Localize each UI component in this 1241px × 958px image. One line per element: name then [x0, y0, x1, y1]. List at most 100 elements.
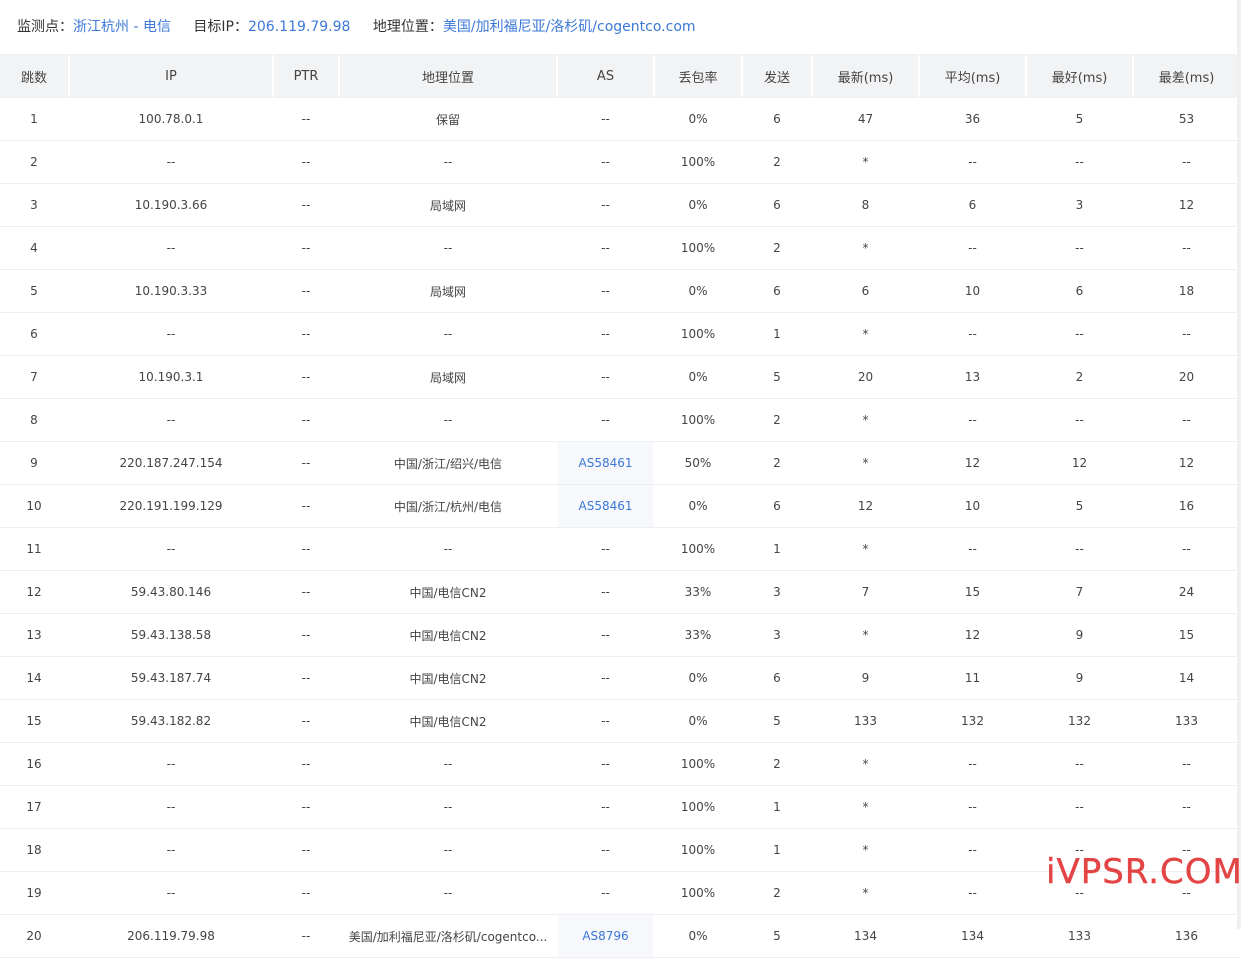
cell-ip: 59.43.138.58: [70, 614, 274, 656]
cell-as: --: [558, 786, 655, 828]
as-link[interactable]: AS8796: [558, 915, 655, 957]
cell-ptr: --: [274, 657, 340, 699]
cell-ptr: --: [274, 786, 340, 828]
as-link[interactable]: AS58461: [558, 485, 655, 527]
cell-best: 9: [1027, 614, 1134, 656]
cell-sent: 5: [743, 356, 813, 398]
cell-sent: 6: [743, 485, 813, 527]
cell-as: --: [558, 872, 655, 914]
geo-location-value[interactable]: 美国/加利福尼亚/洛杉矶/cogentco.com: [443, 19, 696, 35]
cell-hop: 13: [0, 614, 70, 656]
column-header-best: 最好(ms): [1027, 55, 1134, 97]
cell-worst: 18: [1134, 270, 1241, 312]
cell-ptr: --: [274, 313, 340, 355]
cell-ptr: --: [274, 270, 340, 312]
cell-ptr: --: [274, 98, 340, 140]
cell-ptr: --: [274, 141, 340, 183]
cell-ptr: --: [274, 399, 340, 441]
cell-ip: --: [70, 743, 274, 785]
cell-worst: 15: [1134, 614, 1241, 656]
monitor-point-value[interactable]: 浙江杭州 - 电信: [73, 19, 171, 35]
geo-location: 地理位置：美国/加利福尼亚/洛杉矶/cogentco.com: [373, 18, 696, 36]
cell-worst: --: [1134, 313, 1241, 355]
cell-geo: 保留: [340, 98, 558, 140]
cell-worst: --: [1134, 141, 1241, 183]
cell-best: --: [1027, 227, 1134, 269]
cell-as: --: [558, 184, 655, 226]
table-row: 1 100.78.0.1 -- 保留 -- 0% 6 47 36 5 53: [0, 98, 1241, 141]
cell-loss: 100%: [655, 786, 743, 828]
table-row: 7 10.190.3.1 -- 局域网 -- 0% 5 20 13 2 20: [0, 356, 1241, 399]
cell-ip: 10.190.3.1: [70, 356, 274, 398]
table-body: 1 100.78.0.1 -- 保留 -- 0% 6 47 36 5 53 2 -- -- -- -- 100%…: [0, 98, 1241, 958]
cell-as: --: [558, 829, 655, 871]
cell-loss: 33%: [655, 614, 743, 656]
table-row: 8 -- -- -- -- 100% 2 * -- -- --: [0, 399, 1241, 442]
cell-avg: --: [920, 872, 1027, 914]
cell-as: --: [558, 657, 655, 699]
cell-loss: 33%: [655, 571, 743, 613]
cell-ptr: --: [274, 829, 340, 871]
cell-geo: 局域网: [340, 270, 558, 312]
cell-ptr: --: [274, 743, 340, 785]
table-row: 16 -- -- -- -- 100% 2 * -- -- --: [0, 743, 1241, 786]
cell-best: --: [1027, 786, 1134, 828]
cell-best: --: [1027, 743, 1134, 785]
cell-avg: 6: [920, 184, 1027, 226]
table-row: 5 10.190.3.33 -- 局域网 -- 0% 6 6 10 6 18: [0, 270, 1241, 313]
table-row: 11 -- -- -- -- 100% 1 * -- -- --: [0, 528, 1241, 571]
cell-worst: --: [1134, 227, 1241, 269]
monitor-point-label: 监测点：: [17, 19, 73, 35]
as-link[interactable]: AS58461: [558, 442, 655, 484]
cell-geo: 局域网: [340, 356, 558, 398]
cell-loss: 100%: [655, 829, 743, 871]
cell-last: *: [813, 313, 920, 355]
table-row: 17 -- -- -- -- 100% 1 * -- -- --: [0, 786, 1241, 829]
cell-sent: 1: [743, 786, 813, 828]
table-row: 15 59.43.182.82 -- 中国/电信CN2 -- 0% 5 133 132 132 13…: [0, 700, 1241, 743]
cell-best: --: [1027, 528, 1134, 570]
cell-ptr: --: [274, 700, 340, 742]
cell-best: --: [1027, 141, 1134, 183]
cell-geo: 中国/电信CN2: [340, 657, 558, 699]
cell-geo: --: [340, 399, 558, 441]
cell-worst: 12: [1134, 184, 1241, 226]
cell-hop: 4: [0, 227, 70, 269]
cell-ptr: --: [274, 184, 340, 226]
cell-best: 7: [1027, 571, 1134, 613]
table-row: 12 59.43.80.146 -- 中国/电信CN2 -- 33% 3 7 15 7 24: [0, 571, 1241, 614]
page-scrollbar[interactable]: [1237, 0, 1241, 929]
cell-geo: --: [340, 528, 558, 570]
cell-best: 6: [1027, 270, 1134, 312]
cell-ip: --: [70, 227, 274, 269]
cell-worst: --: [1134, 743, 1241, 785]
cell-as: --: [558, 270, 655, 312]
cell-sent: 2: [743, 872, 813, 914]
cell-geo: 中国/电信CN2: [340, 571, 558, 613]
cell-last: 12: [813, 485, 920, 527]
cell-last: *: [813, 442, 920, 484]
cell-ip: 59.43.187.74: [70, 657, 274, 699]
target-ip-label: 目标IP：: [193, 19, 248, 35]
cell-loss: 100%: [655, 399, 743, 441]
cell-ptr: --: [274, 356, 340, 398]
cell-ptr: --: [274, 571, 340, 613]
cell-geo: --: [340, 743, 558, 785]
cell-as: --: [558, 743, 655, 785]
table-row: 20 206.119.79.98 -- 美国/加利福尼亚/洛杉矶/cogentco..…: [0, 915, 1241, 958]
cell-avg: --: [920, 313, 1027, 355]
cell-loss: 100%: [655, 141, 743, 183]
cell-ip: 10.190.3.66: [70, 184, 274, 226]
cell-sent: 5: [743, 915, 813, 957]
cell-ip: --: [70, 141, 274, 183]
cell-ip: --: [70, 829, 274, 871]
cell-last: 7: [813, 571, 920, 613]
cell-sent: 1: [743, 528, 813, 570]
cell-ip: 10.190.3.33: [70, 270, 274, 312]
cell-loss: 0%: [655, 270, 743, 312]
target-ip-value[interactable]: 206.119.79.98: [248, 19, 350, 35]
cell-best: 3: [1027, 184, 1134, 226]
cell-avg: --: [920, 743, 1027, 785]
cell-hop: 14: [0, 657, 70, 699]
cell-sent: 1: [743, 829, 813, 871]
